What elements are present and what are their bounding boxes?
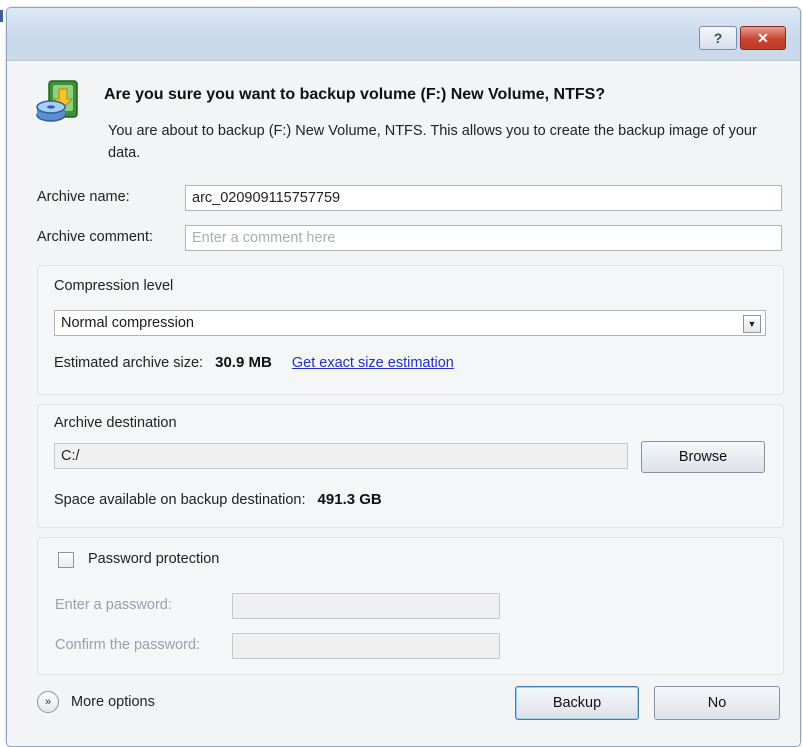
browse-button[interactable]: Browse: [641, 441, 765, 473]
compression-group-title: Compression level: [54, 278, 174, 294]
no-button[interactable]: No: [654, 686, 780, 720]
password-group: Password protection Enter a password: Co…: [37, 537, 784, 675]
space-available-row: Space available on backup destination: 4…: [54, 491, 382, 508]
estimated-size-value: 30.9 MB: [215, 354, 272, 371]
archive-comment-label: Archive comment:: [37, 229, 154, 245]
enter-password-label: Enter a password:: [55, 597, 172, 613]
destination-path-input[interactable]: C:/: [54, 443, 628, 469]
password-protection-label[interactable]: Password protection: [88, 551, 219, 567]
backup-button[interactable]: Backup: [515, 686, 639, 720]
space-available-label: Space available on backup destination:: [54, 492, 306, 508]
more-options-label[interactable]: More options: [71, 694, 155, 710]
estimated-size-label: Estimated archive size:: [54, 355, 204, 371]
dropdown-arrow-icon[interactable]: ▼: [743, 315, 761, 333]
confirm-password-input[interactable]: [232, 633, 500, 659]
dialog-heading: Are you sure you want to backup volume (…: [104, 86, 606, 103]
compression-group: Compression level Normal compression ▼ E…: [37, 265, 784, 395]
archive-name-input[interactable]: arc_020909115757759: [185, 185, 782, 211]
compression-select[interactable]: Normal compression ▼: [54, 310, 766, 336]
backup-disk-icon: [36, 80, 78, 122]
close-button[interactable]: ✕: [740, 26, 786, 50]
help-button[interactable]: ?: [699, 26, 737, 50]
exact-size-link[interactable]: Get exact size estimation: [292, 355, 454, 371]
archive-name-label: Archive name:: [37, 189, 130, 205]
destination-group-title: Archive destination: [54, 415, 177, 431]
password-protection-checkbox[interactable]: [58, 552, 74, 568]
compression-selected-value: Normal compression: [61, 315, 194, 331]
backup-dialog: ? ✕ Are you sure you want to backup volu…: [6, 7, 801, 747]
space-available-value: 491.3 GB: [317, 491, 382, 508]
estimated-size-row: Estimated archive size: 30.9 MB Get exac…: [54, 354, 454, 371]
more-options-expand-icon[interactable]: »: [37, 691, 59, 713]
confirm-password-label: Confirm the password:: [55, 637, 201, 653]
enter-password-input[interactable]: [232, 593, 500, 619]
archive-comment-input[interactable]: Enter a comment here: [185, 225, 782, 251]
dialog-content: Are you sure you want to backup volume (…: [7, 61, 800, 746]
dialog-description: You are about to backup (F:) New Volume,…: [108, 123, 757, 161]
window-edge-accent: [0, 10, 3, 22]
title-bar[interactable]: ? ✕: [7, 8, 800, 61]
destination-group: Archive destination C:/ Browse Space ava…: [37, 404, 784, 528]
